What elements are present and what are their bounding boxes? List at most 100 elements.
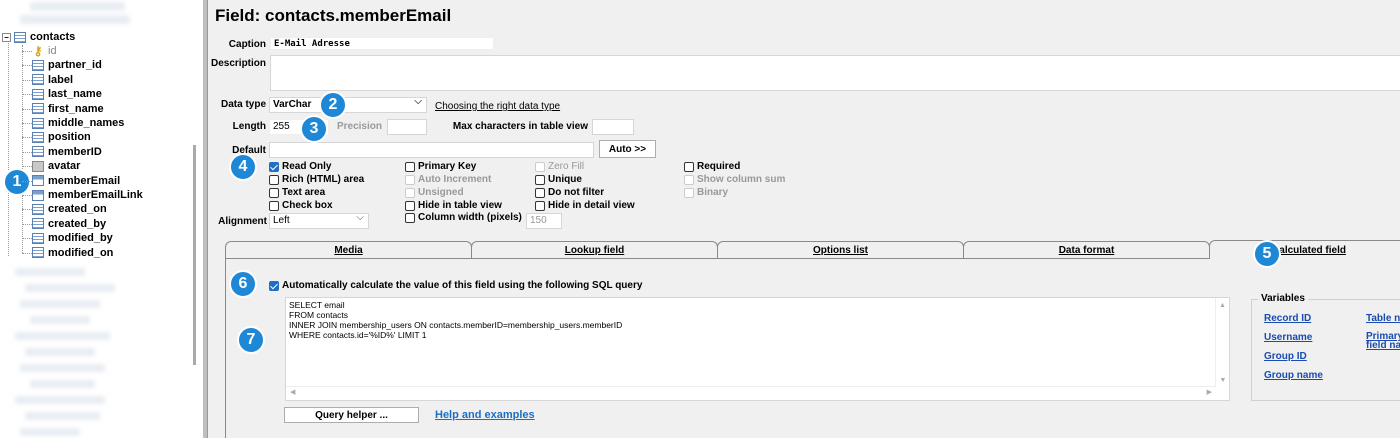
tab-lookup-field[interactable]: Lookup field <box>471 241 718 258</box>
datatype-label: Data type <box>220 99 266 110</box>
primary-key-checkbox[interactable]: Primary Key <box>405 161 476 172</box>
scroll-left-icon[interactable]: ◀ <box>290 388 295 396</box>
scroll-down-icon[interactable]: ▼ <box>1216 377 1230 384</box>
maxchars-label: Max characters in table view <box>452 121 588 132</box>
field-properties-panel: Field: contacts.memberEmail Caption E-Ma… <box>207 0 1400 438</box>
field-icon <box>32 232 44 244</box>
page-title: Field: contacts.memberEmail <box>215 6 452 25</box>
tree-field-label[interactable]: label <box>32 73 73 87</box>
do-not-filter-checkbox[interactable]: Do not filter <box>535 187 604 198</box>
editor-vscrollbar[interactable]: ▲ ▼ <box>1215 298 1229 386</box>
var-table-name[interactable]: Table na <box>1366 313 1400 324</box>
datatype-help-link[interactable]: Choosing the right data type <box>435 101 560 112</box>
sql-field-icon <box>32 189 44 201</box>
callout-badge-6: 6 <box>229 270 257 298</box>
tree-table-contacts[interactable]: − contacts <box>2 30 75 44</box>
alignment-select[interactable]: Left <box>269 212 369 229</box>
callout-badge-3: 3 <box>300 115 328 143</box>
tree-field-avatar[interactable]: avatar <box>32 159 80 173</box>
tree-field-modified-by[interactable]: modified_by <box>32 231 113 245</box>
unsigned-checkbox[interactable]: Unsigned <box>405 187 464 198</box>
tree-field-position[interactable]: position <box>32 130 91 144</box>
var-primary-field[interactable]: Primaryfield nar <box>1366 332 1400 351</box>
sql-line: INNER JOIN membership_users ON contacts.… <box>289 320 623 330</box>
var-group-id[interactable]: Group ID <box>1264 351 1307 362</box>
required-checkbox[interactable]: Required <box>684 161 740 172</box>
tree-field-memberemaillink[interactable]: memberEmailLink <box>32 188 143 202</box>
caption-label: Caption <box>228 39 266 50</box>
tree-field-created-on[interactable]: created_on <box>32 202 107 216</box>
default-input[interactable] <box>269 142 594 158</box>
callout-badge-5: 5 <box>1253 240 1281 268</box>
tree-field-memberid[interactable]: memberID <box>32 145 102 159</box>
field-icon <box>32 59 44 71</box>
tree-field-created-by[interactable]: created_by <box>32 217 106 231</box>
column-width-input[interactable]: 150 <box>526 213 562 229</box>
auto-button[interactable]: Auto >> <box>599 140 656 158</box>
binary-checkbox[interactable]: Binary <box>684 187 728 198</box>
field-icon <box>32 74 44 86</box>
var-group-name[interactable]: Group name <box>1264 370 1323 381</box>
tree-table-label: contacts <box>30 31 76 43</box>
rich-html-checkbox[interactable]: Rich (HTML) area <box>269 174 364 185</box>
field-icon <box>32 218 44 230</box>
check-box-checkbox[interactable]: Check box <box>269 200 333 211</box>
description-textarea[interactable] <box>270 55 1400 91</box>
show-column-sum-checkbox[interactable]: Show column sum <box>684 174 785 185</box>
hide-table-view-checkbox[interactable]: Hide in table view <box>405 200 502 211</box>
sql-line: FROM contacts <box>289 310 349 320</box>
var-record-id[interactable]: Record ID <box>1264 313 1311 324</box>
callout-badge-2: 2 <box>319 91 347 119</box>
alignment-label: Alignment <box>218 216 267 227</box>
sql-line: WHERE contacts.id='%ID%' LIMIT 1 <box>289 330 427 340</box>
tree-field-partner-id[interactable]: partner_id <box>32 58 102 72</box>
caption-input[interactable]: E-Mail Adresse <box>270 37 494 50</box>
read-only-checkbox[interactable]: Read Only <box>269 161 331 172</box>
scroll-right-icon[interactable]: ▶ <box>1207 388 1212 396</box>
column-width-checkbox[interactable]: Column width (pixels) <box>405 212 522 223</box>
tree-field-middle-names[interactable]: middle_names <box>32 116 124 130</box>
editor-hscrollbar[interactable]: ◀ ▶ <box>286 386 1216 400</box>
hide-detail-view-checkbox[interactable]: Hide in detail view <box>535 200 635 211</box>
zero-fill-checkbox[interactable]: Zero Fill <box>535 161 584 172</box>
tree-field-memberemail[interactable]: memberEmail <box>32 174 120 188</box>
auto-calculate-checkbox[interactable]: Automatically calculate the value of thi… <box>269 280 642 291</box>
precision-input[interactable] <box>387 119 427 135</box>
field-icon <box>32 146 44 158</box>
datatype-select[interactable]: VarChar <box>269 96 427 113</box>
text-area-checkbox[interactable]: Text area <box>269 187 325 198</box>
auto-increment-checkbox[interactable]: Auto Increment <box>405 174 491 185</box>
tree-field-label: id <box>48 45 57 57</box>
tree-field-label: last_name <box>48 88 102 101</box>
tree-field-id[interactable]: ⚷ id <box>32 44 57 58</box>
tree-scrollbar[interactable] <box>193 145 196 365</box>
field-icon <box>32 88 44 100</box>
scroll-up-icon[interactable]: ▲ <box>1216 302 1229 309</box>
query-helper-button[interactable]: Query helper ... <box>284 407 419 423</box>
field-icon <box>32 203 44 215</box>
tab-calculated-field[interactable]: Calculated field <box>1209 240 1400 259</box>
var-username[interactable]: Username <box>1264 332 1312 343</box>
tab-data-format[interactable]: Data format <box>963 241 1210 258</box>
tree-field-label: avatar <box>48 160 81 173</box>
callout-badge-4: 4 <box>229 153 257 181</box>
field-icon <box>32 117 44 129</box>
schema-tree: − contacts ⚷ id partner_id label last_name fi… <box>0 0 205 438</box>
tab-media[interactable]: Media <box>225 241 472 258</box>
unique-checkbox[interactable]: Unique <box>535 174 582 185</box>
tree-field-label: memberID <box>48 145 102 158</box>
maxchars-input[interactable] <box>592 119 634 135</box>
length-label: Length <box>232 121 266 132</box>
tree-field-modified-on[interactable]: modified_on <box>32 246 113 260</box>
collapse-icon[interactable]: − <box>2 32 11 42</box>
tab-options-list[interactable]: Options list <box>717 241 964 258</box>
tree-field-last-name[interactable]: last_name <box>32 87 102 101</box>
variables-title: Variables <box>1258 293 1308 304</box>
sql-query-editor[interactable]: SELECT email FROM contacts INNER JOIN memb… <box>285 297 1230 401</box>
tree-field-first-name[interactable]: first_name <box>32 102 104 116</box>
key-icon: ⚷ <box>33 43 43 58</box>
help-examples-link[interactable]: Help and examples <box>435 409 535 421</box>
tree-field-label: position <box>48 131 91 144</box>
tree-field-label: first_name <box>48 102 104 115</box>
tree-field-label: modified_on <box>48 246 114 259</box>
